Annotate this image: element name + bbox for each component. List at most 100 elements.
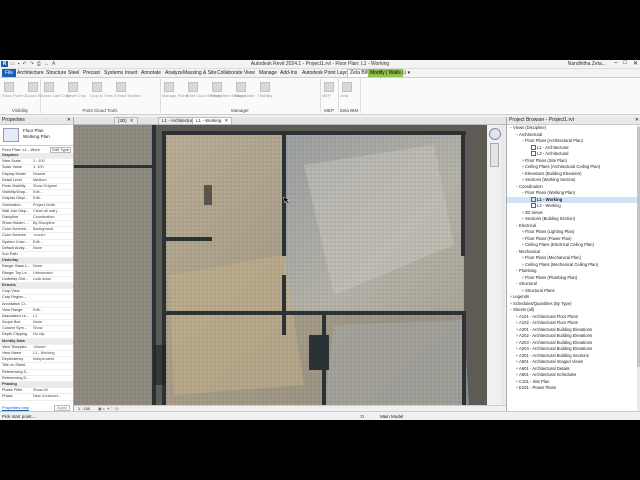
tab-add-ins[interactable]: Add-Ins	[280, 70, 297, 76]
tab-architecture[interactable]: Architecture	[17, 70, 44, 76]
property-value[interactable]: Independent	[33, 357, 73, 362]
property-value[interactable]: Project North	[33, 203, 73, 208]
property-value[interactable]: Unbounded	[33, 271, 73, 276]
property-value[interactable]: Medium	[33, 178, 73, 183]
property-key: Underlay Orie...	[2, 276, 29, 281]
ribbon-button[interactable]: Zeta	[340, 93, 348, 98]
property-value[interactable]	[33, 376, 73, 381]
tab-view[interactable]: View	[244, 70, 255, 76]
close-icon[interactable]: ✕	[224, 118, 228, 123]
property-value[interactable]: Coordination	[33, 215, 73, 220]
project-browser-close-icon[interactable]: ✕	[635, 117, 639, 124]
view-tab-label: {3D}	[118, 118, 127, 123]
ribbon-tool-icon[interactable]	[212, 82, 222, 92]
window-title: Autodesk Revit 2024.1 - Project1.rvt - F…	[250, 61, 390, 67]
ribbon-tool-icon[interactable]	[68, 82, 78, 92]
ribbon-tool-icon[interactable]	[164, 82, 174, 92]
tab-modify-walls[interactable]: Modify | Walls	[368, 69, 403, 77]
browser-item-label: Ceiling Plans (Electrical Ceiling Plan)	[525, 242, 594, 247]
ribbon-tool-icon[interactable]	[342, 82, 352, 92]
ribbon-tool-icon[interactable]	[92, 82, 102, 92]
drawing-canvas[interactable]	[74, 125, 487, 405]
active-model[interactable]: Main Model	[380, 412, 403, 420]
property-key: System Color...	[2, 239, 28, 244]
browser-item-label: A101 - Architectural Floor Plans	[519, 313, 578, 319]
ribbon-button[interactable]: Manage Points	[162, 93, 189, 98]
ribbon-button[interactable]: Crop to View	[90, 93, 113, 98]
ribbon-tool-icon[interactable]	[260, 82, 270, 92]
property-value[interactable]: Normal	[33, 172, 73, 177]
zoom-pan-controls[interactable]	[490, 143, 499, 167]
tab-steel[interactable]: Steel	[68, 70, 79, 76]
properties-close-icon[interactable]: ✕	[67, 117, 71, 124]
view-tab[interactable]: {3D} ✕	[114, 117, 138, 124]
tab-collaborate[interactable]: Collaborate	[217, 70, 243, 76]
property-value[interactable]: Edit...	[33, 308, 73, 313]
ribbon-tool-icon[interactable]	[236, 82, 246, 92]
tab-systems[interactable]: Systems	[104, 70, 123, 76]
tab-file[interactable]: File	[2, 69, 17, 77]
ribbon-button[interactable]: Reset Crop	[66, 93, 86, 98]
property-value[interactable]	[33, 302, 73, 307]
property-value[interactable]: Look down	[33, 277, 73, 282]
tab-precast[interactable]: Precast	[83, 70, 100, 76]
property-value[interactable]: Edit...	[33, 196, 73, 201]
browser-item[interactable]: +E101 - Power Plans	[507, 385, 637, 392]
tab-insert[interactable]: Insert	[125, 70, 138, 76]
tab-annotate[interactable]: Annotate	[141, 70, 161, 76]
ribbon-tool-icon[interactable]	[188, 82, 198, 92]
view-tab[interactable]: L1 - Working ✕	[192, 117, 233, 124]
tab-massing-site[interactable]: Massing & Site	[183, 70, 216, 76]
property-value[interactable]	[33, 289, 73, 294]
property-value[interactable]: Show	[33, 326, 73, 331]
tab-structure[interactable]: Structure	[46, 70, 66, 76]
minimize-button[interactable]: –	[614, 60, 617, 67]
property-value[interactable]: Clean all wall j...	[33, 209, 73, 214]
tab-extra-icon[interactable]: ⊡ ▾	[402, 70, 410, 76]
property-value[interactable]: None	[33, 246, 73, 251]
property-value[interactable]: 1: 100	[33, 165, 73, 170]
ribbon-tool-icon[interactable]	[116, 82, 126, 92]
canvas-scrollbar[interactable]	[501, 125, 505, 405]
property-value[interactable]	[33, 252, 73, 257]
property-value[interactable]	[33, 363, 73, 368]
properties-help-link[interactable]: Properties help	[0, 405, 29, 410]
property-value[interactable]: Show All	[33, 388, 73, 393]
ribbon-button[interactable]: Extract Section	[114, 93, 141, 98]
ribbon-button[interactable]: Snap Mode	[234, 93, 254, 98]
property-value[interactable]: By Discipline	[33, 221, 73, 226]
tab-autodesk-point-layout[interactable]: Autodesk Point Layout	[302, 70, 352, 76]
property-value[interactable]: Edit...	[33, 240, 73, 245]
tab-analyze[interactable]: Analyze	[165, 70, 183, 76]
ribbon-tool-icon[interactable]	[324, 82, 334, 92]
ribbon-tool-icon[interactable]	[4, 82, 14, 92]
property-value[interactable]: Edit...	[33, 190, 73, 195]
ribbon-button[interactable]: Visibility	[258, 93, 272, 98]
property-key: Scope Box	[2, 320, 21, 325]
property-value[interactable]: Background	[33, 227, 73, 232]
property-value[interactable]: No clip	[33, 332, 73, 337]
tab-manage[interactable]: Manage	[259, 70, 277, 76]
view-cube-icon[interactable]	[489, 128, 501, 140]
ribbon-tool-icon[interactable]	[44, 82, 54, 92]
property-value[interactable]: <None>	[33, 345, 73, 350]
property-value[interactable]: <none>	[33, 233, 73, 238]
property-value[interactable]: L1	[33, 314, 73, 319]
property-value[interactable]: L1 - Working	[33, 351, 73, 356]
close-icon[interactable]: ✕	[130, 118, 134, 123]
property-value[interactable]: New Construct...	[33, 394, 73, 399]
close-button[interactable]: ✕	[633, 60, 638, 67]
property-value[interactable]: None	[33, 264, 73, 269]
property-value[interactable]	[33, 370, 73, 375]
property-value[interactable]: 1 : 100	[33, 159, 73, 164]
ribbon-button[interactable]: MEP	[322, 93, 331, 98]
type-selector[interactable]: Floor Plan Working Plan	[0, 125, 73, 146]
property-value[interactable]: None	[33, 320, 73, 325]
maximize-button[interactable]: □	[623, 60, 627, 67]
property-value[interactable]	[33, 295, 73, 300]
user-name[interactable]: Nandhitha.Zeta...	[568, 61, 606, 67]
ribbon-tool-icon[interactable]	[28, 82, 38, 92]
property-value[interactable]: Show Original	[33, 184, 73, 189]
ribbon-group-manager: Manage Points Point Cloud Settings Reset V…	[160, 79, 321, 113]
browser-item-label: Schedules/Quantities (By Type)	[513, 300, 572, 306]
